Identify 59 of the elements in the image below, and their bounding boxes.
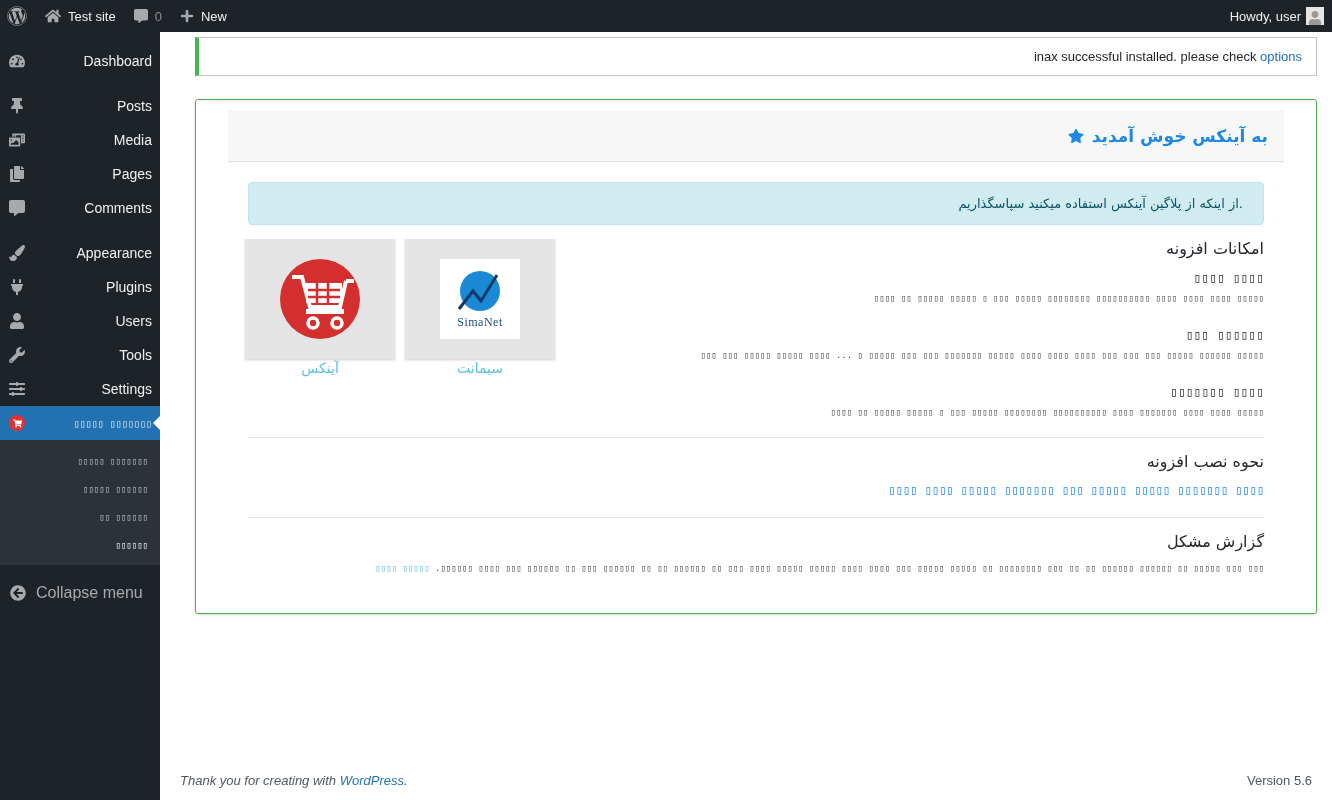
menu-item[interactable]: Comments [0, 191, 160, 225]
collapse-menu-link[interactable]: Collapse menu [36, 584, 143, 602]
user-icon [9, 313, 25, 329]
greeting-link[interactable]: Howdy, user [1229, 8, 1301, 24]
menu-item[interactable]: Tools [0, 338, 160, 372]
submenu-item[interactable]: ▯▯▯▯▯▯ [0, 531, 160, 559]
menu-item[interactable]: Pages [0, 157, 160, 191]
current-pointer [153, 416, 160, 430]
site-name-link[interactable]: Test site [68, 8, 116, 24]
version-text: Version 5.6 [1246, 773, 1312, 788]
submenu-item[interactable]: ▯▯ ▯▯▯▯▯▯ [0, 503, 160, 531]
cart-icon [9, 415, 25, 431]
options-link[interactable]: options [1260, 49, 1302, 64]
feature-description: ▯▯▯▯▯ ▯▯▯▯ ▯▯▯▯ ▯▯▯▯▯▯▯ ▯▯▯▯ ▯▯▯▯▯▯▯▯▯▯ ▯▯▯▯▯▯▯▯ ▯▯▯▯▯ ▯▯▯ ▯ ▯▯▯▯▯ ▯▯▯▯▯ ▯▯ ▯▯▯▯ [829, 407, 1264, 417]
gauge-icon [9, 53, 25, 69]
menu-item[interactable]: Posts [0, 89, 160, 123]
wrench-icon [9, 347, 25, 363]
collapse-icon[interactable] [10, 585, 26, 601]
pages-icon [9, 166, 25, 182]
menu-item[interactable]: Media [0, 123, 160, 157]
thanks-alert: .از اینکه از پلاگین آینکس استفاده میکنید سپاسگذاریم [248, 182, 1264, 225]
feature-description: ▯▯▯▯▯ ▯▯▯▯ ▯▯▯▯ ▯▯▯▯ ▯▯▯▯▯▯▯▯▯▯ ▯▯▯▯▯▯▯▯ ▯▯▯▯▯ ▯▯▯ ▯ ▯▯▯▯▯ ▯▯▯▯▯ ▯▯ ▯▯▯▯ [872, 293, 1264, 303]
brush-icon [9, 245, 25, 261]
plus-icon[interactable] [179, 9, 194, 23]
feature-title: ▯▯▯▯▯▯ ▯▯▯ [1184, 327, 1264, 342]
menu-item[interactable]: Settings [0, 372, 160, 406]
wordpress-link[interactable]: WordPress [339, 773, 404, 788]
sliders-icon [9, 381, 25, 397]
comment-icon [9, 200, 25, 216]
success-notice: inax successful installed. please check options [195, 37, 1317, 76]
simanet-logo: SimaNet [440, 259, 520, 339]
install-heading: نحوه نصب افزونه [1145, 452, 1264, 471]
feature-title: ▯▯▯▯ ▯▯▯▯▯▯▯ [1169, 384, 1264, 399]
feature-title: ▯▯▯▯ ▯▯▯▯ [1192, 270, 1264, 285]
product-tile[interactable]: SimaNet [405, 239, 555, 359]
plug-icon [9, 279, 25, 295]
report-heading: گزارش مشکل [1165, 532, 1264, 551]
comment-count: 0 [154, 8, 162, 24]
submenu-item[interactable]: ▯▯▯▯▯ ▯▯▯▯▯▯ [0, 475, 160, 503]
wordpress-logo-icon[interactable] [7, 6, 27, 26]
report-paragraph: ▯▯▯ ▯▯▯ ▯▯▯▯▯ ▯▯ ▯▯▯▯▯▯ ▯▯▯▯▯▯ ▯▯ ▯▯ ▯▯▯ ▯▯▯▯▯▯▯▯ ▯▯ ▯▯▯▯▯ ▯▯▯▯▯ ▯▯▯ ▯▯▯▯ ▯▯▯▯ ▯▯▯▯▯ ▯▯▯▯▯ ▯▯▯▯ ▯▯▯ ▯▯ ▯▯▯▯▯▯ ▯▯ ▯▯ ▯▯▯▯▯▯ ▯▯▯ ▯▯ ▯▯▯▯▯▯ ▯▯▯ ▯▯▯▯ ▯▯▯▯▯▯. ▯▯▯▯▯ ▯▯▯▯ [374, 563, 1264, 573]
comment-icon[interactable] [133, 9, 148, 23]
menu-item[interactable]: Users [0, 304, 160, 338]
menu-item[interactable]: Dashboard [0, 44, 160, 78]
menu-item[interactable]: ▯▯▯▯▯ ▯▯▯▯▯▯▯ [0, 406, 160, 440]
features-heading: امکانات افزونه [1165, 239, 1264, 258]
menu-item[interactable]: Appearance [0, 236, 160, 270]
footer-thanks: Thank you for creating with WordPress. [180, 773, 408, 788]
menu-item[interactable]: Plugins [0, 270, 160, 304]
submenu-item[interactable]: ▯▯▯▯▯ ▯▯▯▯▯▯▯ [0, 447, 160, 475]
home-icon[interactable] [45, 8, 61, 24]
feature-description: ▯▯▯▯▯ ▯▯▯▯▯▯ ▯▯▯▯▯ ▯▯▯ ▯▯▯ ▯▯▯ ▯▯▯▯ ▯▯▯▯ ▯▯▯▯ ▯▯▯▯▯ ▯▯▯▯▯▯▯ ▯▯▯ ▯▯▯ ▯▯▯▯▯ ▯ ... ▯▯▯▯ ▯▯▯▯▯ ▯▯▯▯▯ ▯▯▯ ▯▯▯ [700, 350, 1264, 360]
star-icon [1067, 127, 1084, 144]
new-link[interactable]: New [200, 8, 227, 24]
panel-title: به آینکس خوش آمدید [1091, 125, 1268, 146]
pin-icon [9, 98, 25, 114]
product-tile[interactable] [245, 239, 395, 359]
media-icon [9, 132, 25, 148]
install-guide-link[interactable]: ▯▯▯▯ ▯▯▯▯▯▯▯ ▯▯▯▯▯ ▯▯▯▯▯ ▯▯▯ ▯▯▯▯▯▯▯ ▯▯▯▯▯ ▯▯▯▯ ▯▯▯▯ [888, 483, 1264, 497]
